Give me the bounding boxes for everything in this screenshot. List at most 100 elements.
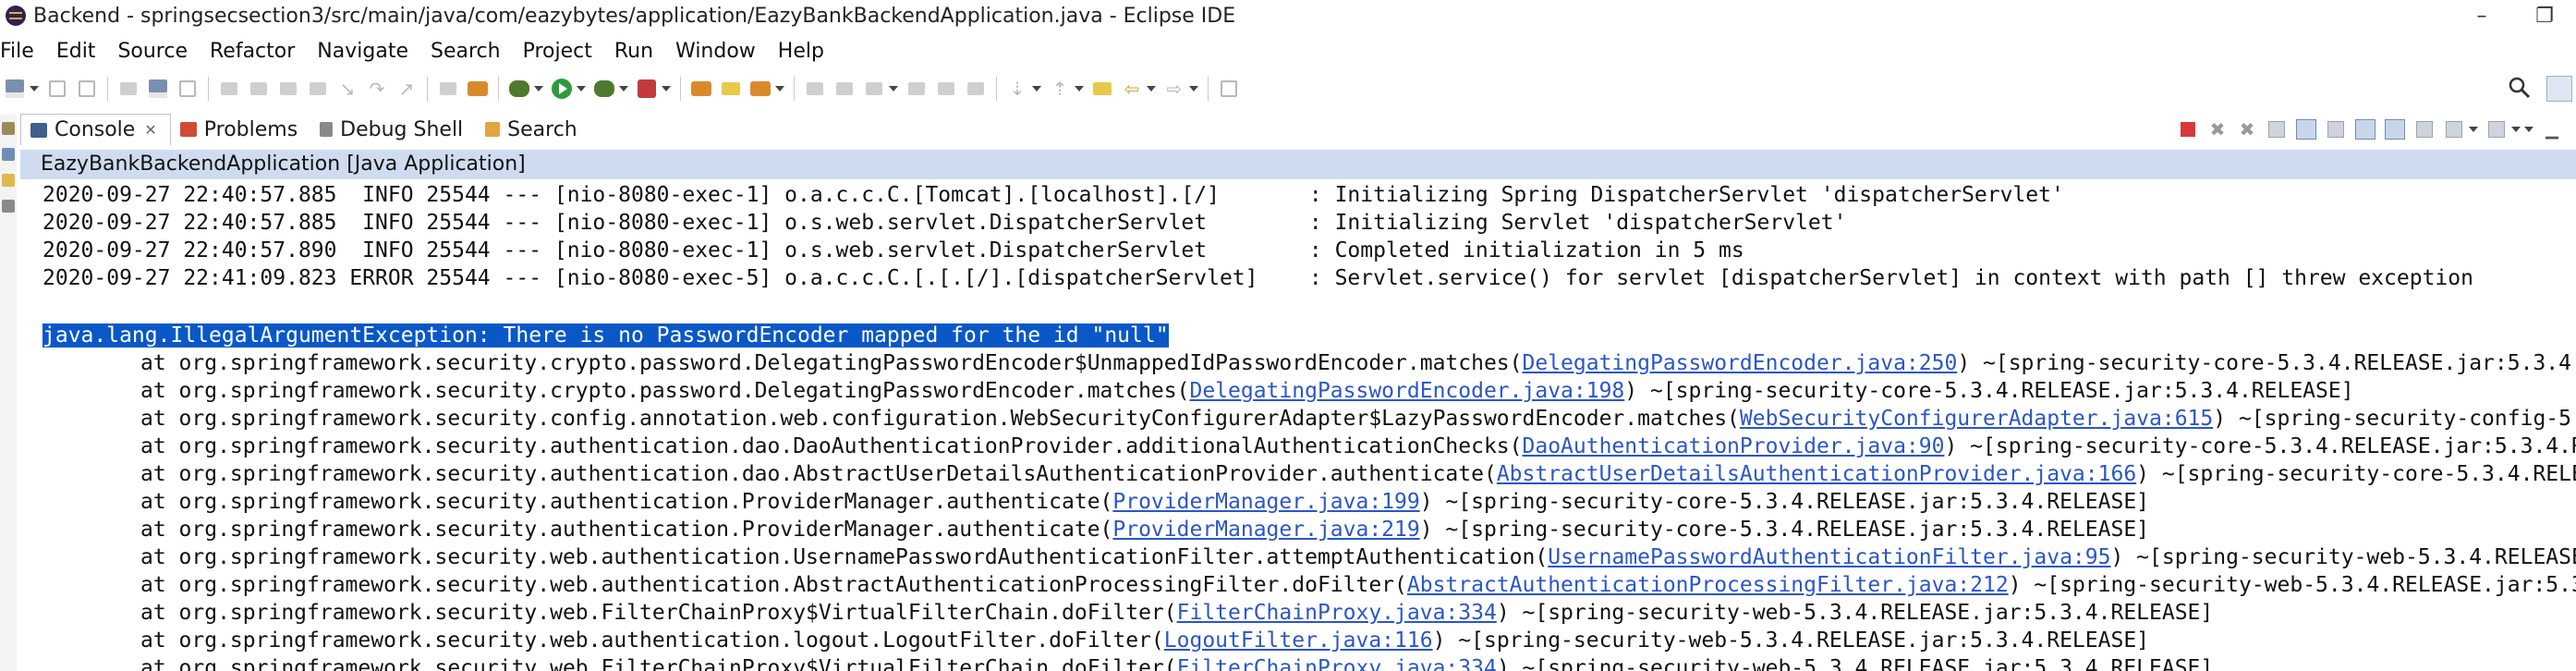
show-whitespace-icon[interactable] [965,78,987,100]
run-icon[interactable] [551,78,573,100]
project-explorer-icon[interactable] [2,174,15,187]
source-file-link[interactable]: FilterChainProxy.java:334 [1177,601,1497,625]
maximize-button[interactable]: ❐ [2513,0,2576,31]
external-tools-dropdown-icon[interactable] [662,86,671,92]
skip-breakpoints-icon[interactable] [176,78,199,100]
forward-dropdown-icon[interactable] [1189,86,1198,92]
menu-navigate[interactable]: Navigate [317,40,408,63]
print-icon[interactable] [117,78,140,100]
remove-all-terminated-icon[interactable]: ✖ [2236,118,2258,140]
coverage-icon[interactable] [593,78,615,100]
step-into-icon[interactable]: ↘ [336,78,358,100]
previous-annotation-dropdown-icon[interactable] [1075,86,1084,92]
source-file-link[interactable]: ProviderManager.java:199 [1112,490,1419,514]
tab-debug-shell[interactable]: Debug Shell [310,114,476,145]
menu-refactor[interactable]: Refactor [210,40,295,63]
last-edit-location-icon[interactable] [1091,78,1113,100]
remove-launch-icon[interactable]: ✖ [2206,118,2229,140]
source-file-link[interactable]: AbstractAuthenticationProcessingFilter.j… [1407,573,2009,597]
open-console-dropdown-icon[interactable] [2511,127,2521,132]
scroll-lock-icon[interactable] [2295,118,2317,140]
display-selected-console-icon[interactable] [2443,118,2465,140]
stack-frame-method: at org.springframework.security.authenti… [140,434,1523,458]
spring-boot-dashboard-icon[interactable] [467,78,489,100]
new-icon[interactable] [4,78,26,100]
debug-icon[interactable] [508,78,530,100]
package-explorer-icon[interactable] [2,148,15,161]
tab-search[interactable]: Search [476,114,590,145]
disconnect-icon[interactable] [307,78,329,100]
toggle-mark-occurrences-icon[interactable] [905,78,928,100]
save-icon[interactable] [46,78,68,100]
quick-access-search-icon[interactable] [2508,76,2532,100]
coverage-dropdown-icon[interactable] [619,86,628,92]
clear-console-icon[interactable] [2266,118,2288,140]
source-file-link[interactable]: ProviderManager.java:219 [1112,518,1419,542]
word-wrap-icon[interactable] [2325,118,2347,140]
previous-annotation-icon[interactable]: ⇡ [1049,78,1071,100]
back-dropdown-icon[interactable] [1147,86,1156,92]
view-menu-icon[interactable] [2524,127,2533,132]
search-toolbar-icon[interactable] [863,78,885,100]
menu-window[interactable]: Window [675,40,756,63]
show-on-stderr-icon[interactable] [2384,118,2406,140]
new-package-icon[interactable] [720,78,742,100]
perspective-icon[interactable] [2546,76,2572,102]
minimize-view-icon[interactable]: ▁ [2541,118,2563,140]
console-output[interactable]: 2020-09-27 22:40:57.885 INFO 25544 --- [… [20,181,2576,671]
back-icon[interactable]: ⇦ [1121,78,1143,100]
source-file-link[interactable]: WebSecurityConfigurerAdapter.java:615 [1740,407,2213,431]
menu-edit[interactable]: Edit [56,40,96,63]
source-file-link[interactable]: DelegatingPasswordEncoder.java:198 [1189,379,1624,403]
source-file-link[interactable]: FilterChainProxy.java:334 [1177,656,1497,671]
step-over-icon[interactable]: ↷ [366,78,388,100]
menu-run[interactable]: Run [614,40,653,63]
terminate-icon[interactable] [277,78,299,100]
resume-icon[interactable] [218,78,240,100]
display-console-dropdown-icon[interactable] [2469,127,2478,132]
next-annotation-icon[interactable]: ⇣ [1006,78,1028,100]
source-file-link[interactable]: LogoutFilter.java:116 [1164,628,1433,653]
run-dropdown-icon[interactable] [577,86,586,92]
new-class-dropdown-icon[interactable] [775,86,784,92]
minimize-button[interactable]: – [2450,0,2513,31]
open-console-icon[interactable] [2485,118,2508,140]
show-on-stdout-icon[interactable] [2354,118,2376,140]
forward-icon[interactable]: ⇨ [1163,78,1185,100]
next-annotation-dropdown-icon[interactable] [1032,86,1041,92]
save-all-icon[interactable] [76,78,98,100]
new-dropdown-icon[interactable] [30,86,39,92]
new-java-project-icon[interactable] [690,78,712,100]
toggle-block-selection-icon[interactable] [935,78,957,100]
pin-editor-icon[interactable] [1218,78,1240,100]
search-dropdown-icon[interactable] [889,86,898,92]
menu-help[interactable]: Help [778,40,824,63]
step-return-icon[interactable]: ↗ [395,78,418,100]
tab-problems[interactable]: Problems [171,114,310,145]
menu-source[interactable]: Source [117,40,188,63]
outline-icon[interactable] [2,200,15,213]
external-tools-icon[interactable] [636,78,658,100]
terminate-icon[interactable] [2177,118,2199,140]
use-step-filters-icon[interactable] [437,78,459,100]
new-class-icon[interactable] [749,78,772,100]
close-icon[interactable]: ✕ [144,121,156,139]
open-task-icon[interactable] [833,78,856,100]
menu-search[interactable]: Search [431,40,501,63]
menu-file[interactable]: File [0,40,34,63]
suspend-icon[interactable] [248,78,270,100]
source-file-link[interactable]: DaoAuthenticationProvider.java:90 [1523,434,1945,458]
pin-console-icon[interactable] [2413,118,2436,140]
debug-dropdown-icon[interactable] [534,86,543,92]
stack-frame-jar: ) ~[spring-security-config-5.3.4 [2213,407,2576,431]
menu-project[interactable]: Project [523,40,592,63]
source-file-link[interactable]: AbstractUserDetailsAuthenticationProvide… [1497,462,2136,486]
source-file-link[interactable]: DelegatingPasswordEncoder.java:250 [1523,351,1958,375]
selected-exception-text[interactable]: java.lang.IllegalArgumentException: Ther… [43,323,1169,348]
source-file-link[interactable]: UsernamePasswordAuthenticationFilter.jav… [1548,545,2110,569]
open-type-icon[interactable] [804,78,826,100]
title-bar: Backend - springsecsection3/src/main/jav… [0,0,2576,31]
restore-icon[interactable] [2,122,15,135]
tab-console[interactable]: Console ✕ [20,114,171,145]
terminal-icon[interactable] [147,78,169,100]
